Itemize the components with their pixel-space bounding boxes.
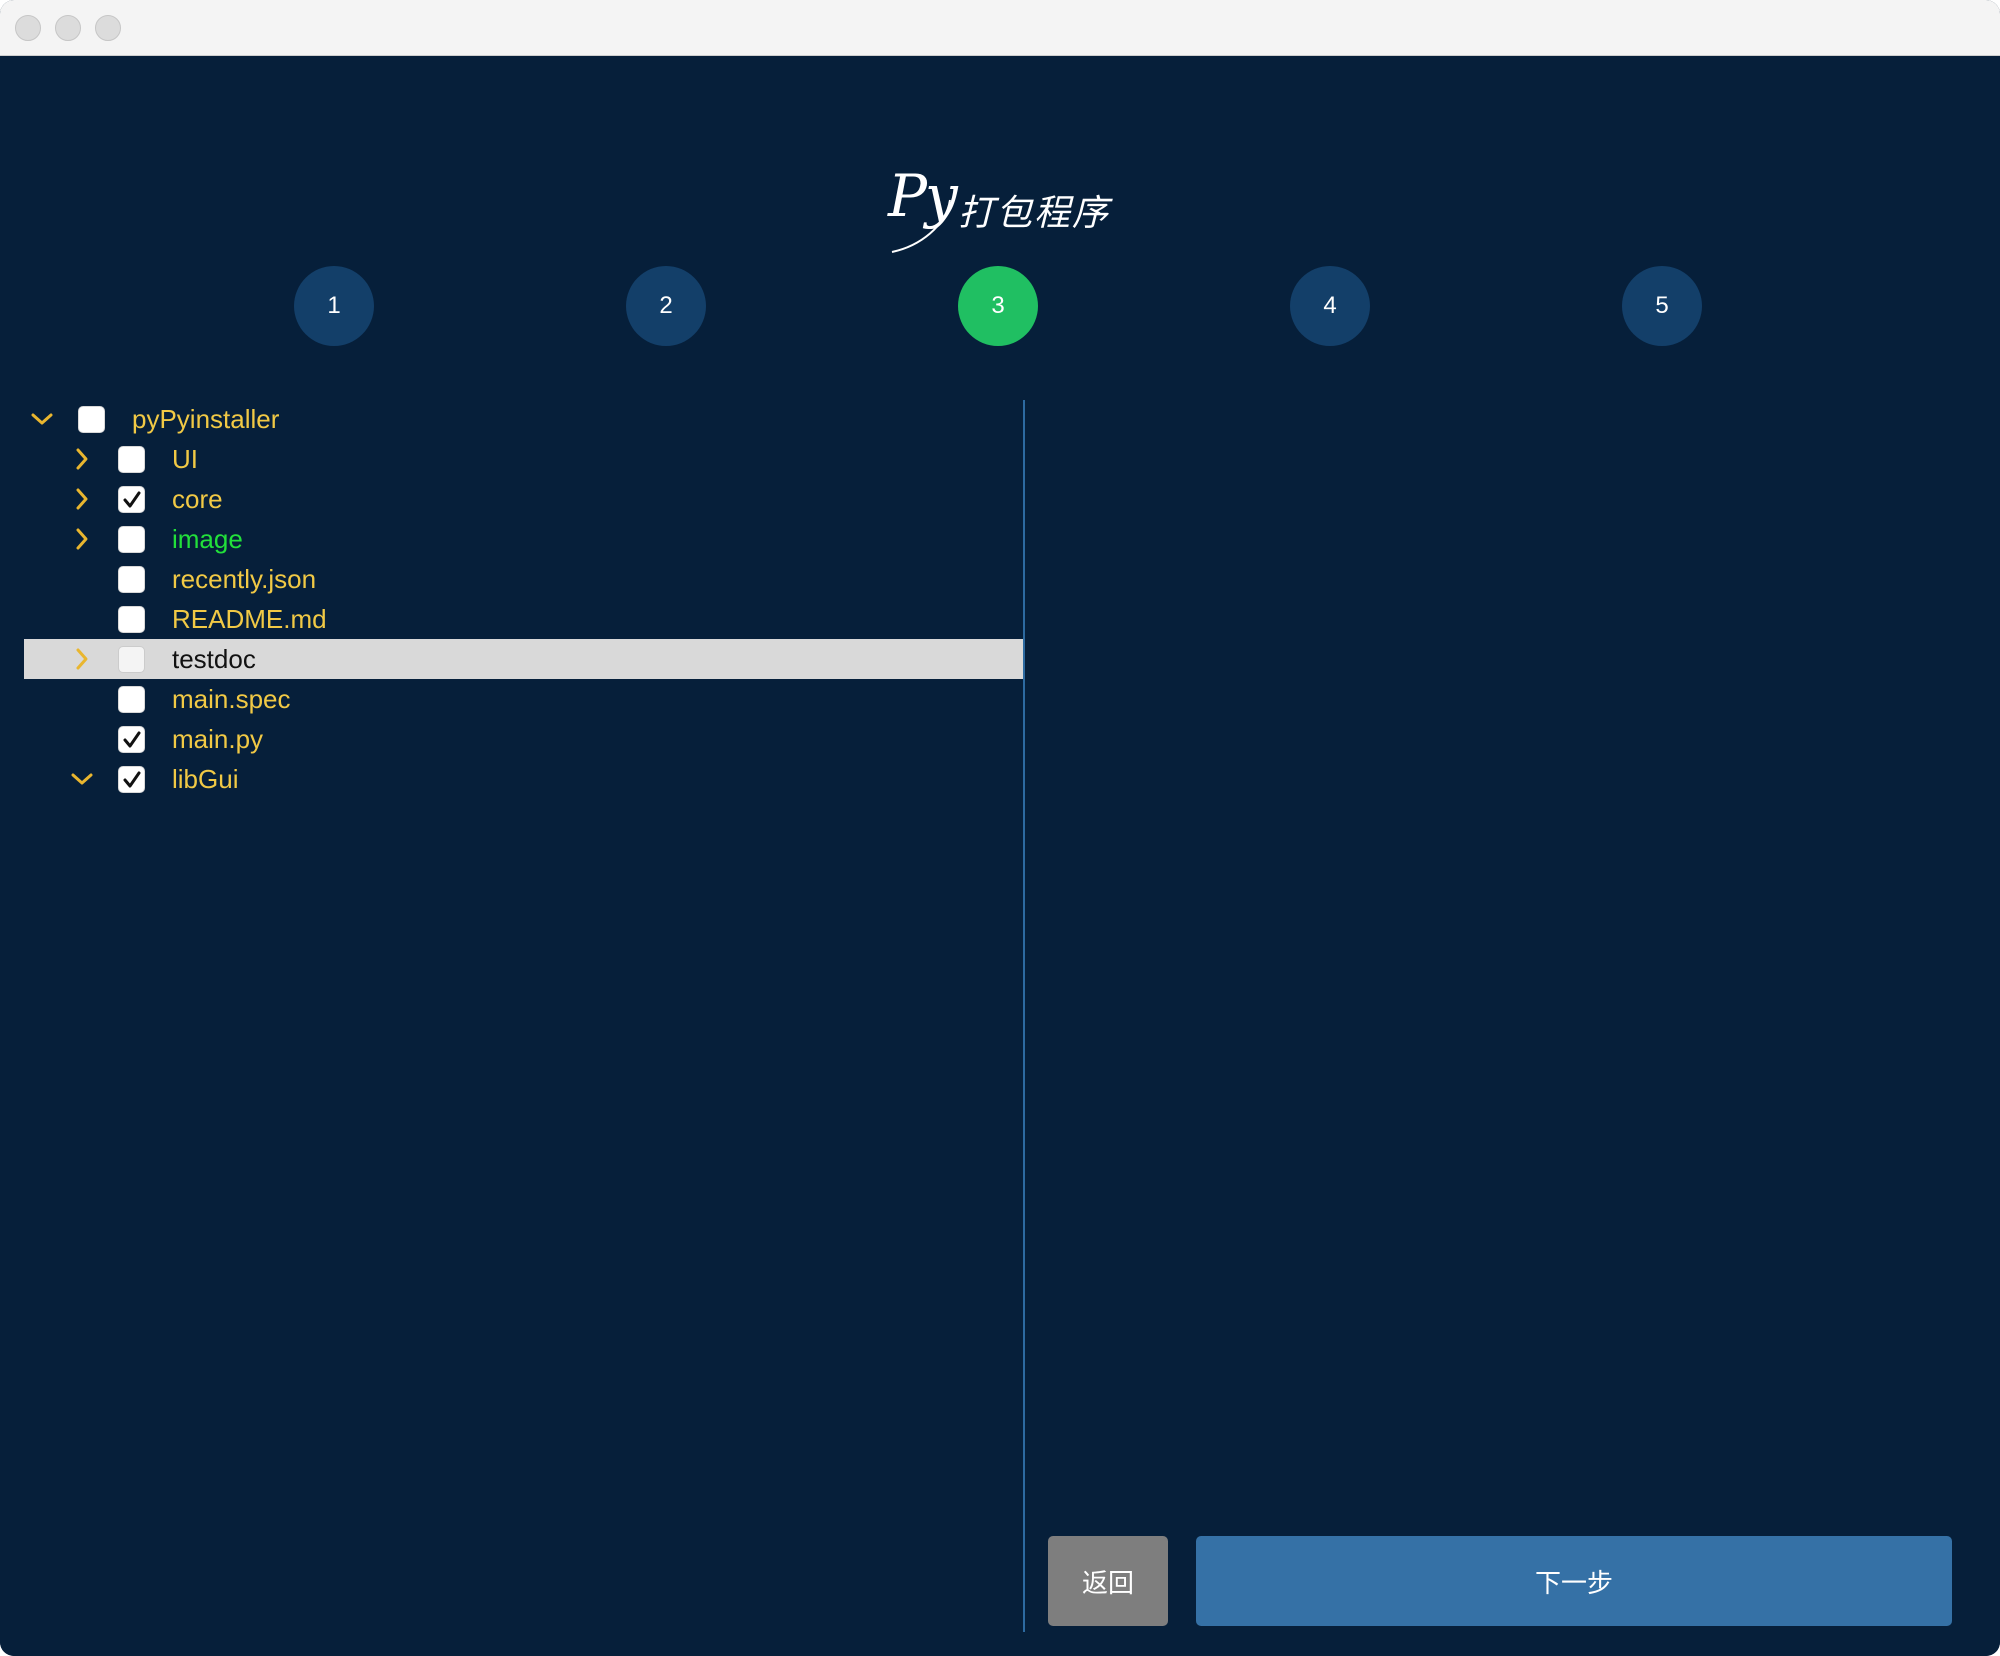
tree-item-label: main.py xyxy=(172,724,264,754)
tree-checkbox[interactable] xyxy=(118,686,145,713)
tree-item-label: recently.json xyxy=(172,564,317,594)
tree-checkbox[interactable] xyxy=(118,566,145,593)
tree-item-label: README.md xyxy=(172,604,327,634)
tree-checkbox[interactable] xyxy=(118,766,145,793)
tree-row[interactable]: image xyxy=(24,519,1024,559)
tree-row[interactable]: core xyxy=(24,479,1024,519)
checkmark-icon xyxy=(123,771,140,787)
zoom-window-button[interactable] xyxy=(95,15,121,41)
tree-row[interactable]: main.py xyxy=(24,719,1024,759)
tree-row[interactable]: UI xyxy=(24,439,1024,479)
tree-checkbox[interactable] xyxy=(118,446,145,473)
main-content: Py 打包程序 1 2 3 4 5 pyPyinstaller UI core image re… xyxy=(0,56,2000,1656)
tree-checkbox[interactable] xyxy=(118,646,145,673)
logo-py-text: Py xyxy=(888,162,958,230)
tree-checkbox[interactable] xyxy=(78,406,105,433)
tree-row[interactable]: testdoc xyxy=(24,639,1024,679)
checkmark-icon xyxy=(123,731,140,747)
tree-item-label: UI xyxy=(172,444,198,474)
back-button[interactable]: 返回 xyxy=(1048,1536,1168,1626)
tree-item-label: testdoc xyxy=(172,644,256,674)
step-4[interactable]: 4 xyxy=(1290,266,1370,346)
tree-row[interactable]: main.spec xyxy=(24,679,1024,719)
close-window-button[interactable] xyxy=(15,15,41,41)
title-bar xyxy=(0,0,2000,56)
step-2[interactable]: 2 xyxy=(626,266,706,346)
minimize-window-button[interactable] xyxy=(55,15,81,41)
tree-checkbox[interactable] xyxy=(118,526,145,553)
tree-item-label: pyPyinstaller xyxy=(132,404,280,434)
next-step-button[interactable]: 下一步 xyxy=(1196,1536,1952,1626)
tree-row[interactable]: libGui xyxy=(24,759,1024,799)
chevron-right-icon[interactable] xyxy=(70,447,94,471)
tree-item-label: core xyxy=(172,484,223,514)
step-3[interactable]: 3 xyxy=(958,266,1038,346)
step-1[interactable]: 1 xyxy=(294,266,374,346)
tree-item-label: libGui xyxy=(172,764,239,794)
tree-row[interactable]: pyPyinstaller xyxy=(24,399,1024,439)
panel-divider xyxy=(1023,400,1025,1632)
logo-title-text: 打包程序 xyxy=(958,193,1111,234)
tree-checkbox[interactable] xyxy=(118,726,145,753)
tree-row[interactable]: recently.json xyxy=(24,559,1024,599)
tree-checkbox[interactable] xyxy=(118,606,145,633)
chevron-right-icon[interactable] xyxy=(70,527,94,551)
checkmark-icon xyxy=(123,491,140,507)
chevron-down-icon[interactable] xyxy=(70,767,94,791)
step-5[interactable]: 5 xyxy=(1622,266,1702,346)
tree-item-label: image xyxy=(172,524,243,554)
tree-row[interactable]: README.md xyxy=(24,599,1024,639)
app-logo: Py 打包程序 xyxy=(880,156,1120,266)
tree-checkbox[interactable] xyxy=(118,486,145,513)
app-window: Py 打包程序 1 2 3 4 5 pyPyinstaller UI core image re… xyxy=(0,0,2000,1656)
chevron-right-icon[interactable] xyxy=(70,647,94,671)
tree-item-label: main.spec xyxy=(172,684,291,714)
chevron-down-icon[interactable] xyxy=(30,407,54,431)
chevron-right-icon[interactable] xyxy=(70,487,94,511)
